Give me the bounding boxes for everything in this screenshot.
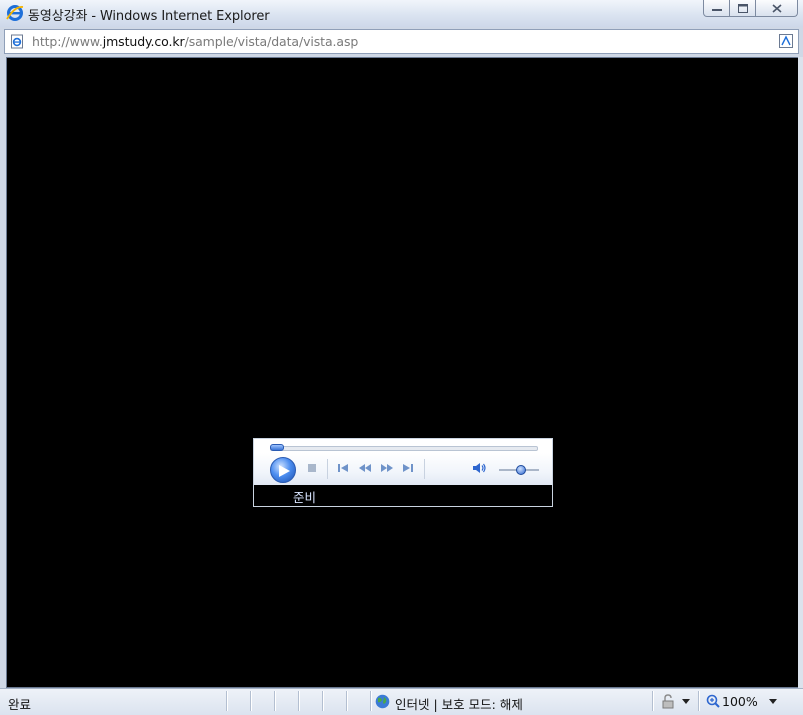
ie-logo-icon bbox=[6, 5, 24, 21]
speaker-icon[interactable] bbox=[472, 462, 487, 474]
zoom-icon[interactable] bbox=[706, 694, 720, 708]
divider bbox=[226, 691, 228, 711]
window-controls bbox=[703, 0, 798, 19]
page-icon bbox=[11, 34, 23, 49]
player-controls bbox=[254, 453, 552, 485]
status-text: 완료 bbox=[8, 697, 32, 712]
stop-icon[interactable] bbox=[307, 463, 317, 473]
divider bbox=[652, 691, 654, 711]
previous-icon[interactable] bbox=[337, 463, 349, 473]
divider bbox=[274, 691, 276, 711]
chevron-down-icon[interactable] bbox=[769, 699, 777, 704]
url-prefix: http://www. bbox=[32, 34, 103, 49]
separator bbox=[424, 459, 425, 479]
chevron-down-icon[interactable] bbox=[682, 699, 690, 704]
url-domain: jmstudy.co.kr bbox=[102, 34, 185, 49]
minimize-icon bbox=[711, 9, 722, 11]
minimize-button[interactable] bbox=[703, 0, 730, 17]
url-text[interactable]: http://www.jmstudy.co.kr/sample/vista/da… bbox=[32, 34, 358, 49]
address-bar[interactable]: http://www.jmstudy.co.kr/sample/vista/da… bbox=[4, 29, 799, 54]
rewind-icon[interactable] bbox=[358, 463, 372, 473]
seek-thumb[interactable] bbox=[270, 444, 284, 451]
maximize-button[interactable] bbox=[729, 0, 756, 17]
security-zone-text[interactable]: 인터넷 | 보호 모드: 해제 bbox=[395, 694, 523, 713]
globe-icon bbox=[375, 694, 390, 709]
divider bbox=[346, 691, 348, 711]
volume-thumb[interactable] bbox=[516, 465, 526, 475]
close-button[interactable] bbox=[755, 0, 798, 17]
player-status-bar: 준비 bbox=[254, 485, 552, 506]
divider bbox=[250, 691, 252, 711]
player-status-text: 준비 bbox=[293, 490, 317, 505]
separator bbox=[327, 459, 328, 479]
divider bbox=[370, 691, 372, 711]
maximize-icon bbox=[737, 3, 748, 13]
lock-icon[interactable] bbox=[661, 694, 677, 709]
play-button[interactable] bbox=[270, 457, 296, 483]
url-path: /sample/vista/data/vista.asp bbox=[184, 34, 359, 49]
page-content bbox=[6, 57, 799, 688]
play-icon bbox=[279, 465, 290, 477]
divider bbox=[298, 691, 300, 711]
next-icon[interactable] bbox=[402, 463, 414, 473]
media-player: 준비 bbox=[253, 438, 553, 507]
title-bar[interactable]: 동영상강좌 - Windows Internet Explorer bbox=[0, 0, 803, 27]
divider bbox=[698, 691, 700, 711]
close-icon bbox=[771, 3, 782, 13]
status-bar: 완료 인터넷 | 보호 모드: 해제 100% bbox=[0, 688, 803, 715]
seek-bar[interactable] bbox=[270, 446, 538, 451]
divider bbox=[322, 691, 324, 711]
fast-forward-icon[interactable] bbox=[380, 463, 394, 473]
compatibility-view-icon[interactable] bbox=[778, 33, 794, 49]
zoom-level[interactable]: 100% bbox=[722, 694, 758, 709]
window-title: 동영상강좌 - Windows Internet Explorer bbox=[28, 9, 270, 24]
content-edge bbox=[798, 57, 803, 688]
